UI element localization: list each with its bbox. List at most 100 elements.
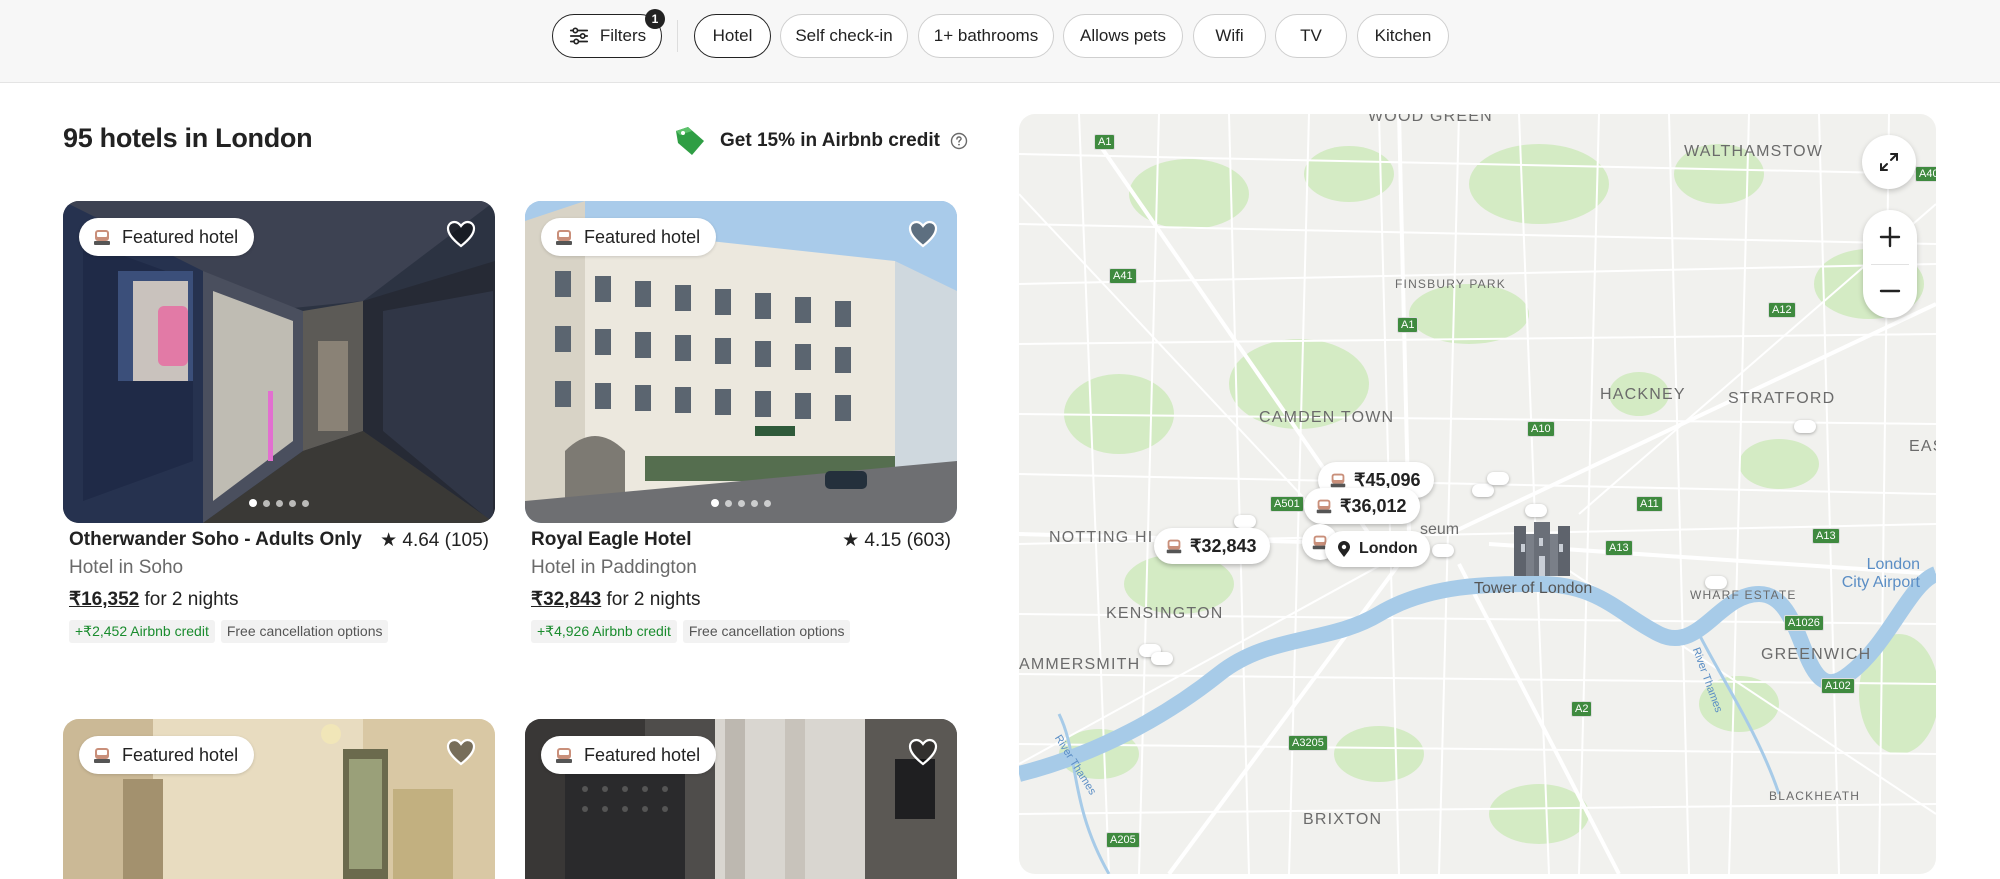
bellhop-icon	[1166, 539, 1182, 554]
map-marker-small[interactable]	[1432, 544, 1454, 557]
zoom-in-button[interactable]	[1863, 210, 1917, 264]
chip-self-check-in[interactable]: Self check-in	[780, 14, 908, 58]
map-marker-small[interactable]	[1472, 484, 1494, 497]
road-shield: A10	[1527, 421, 1555, 437]
zoom-out-button[interactable]	[1863, 264, 1917, 318]
road-shield: A13	[1812, 528, 1840, 544]
bellhop-icon	[556, 748, 572, 763]
map-label: London City Airport	[1841, 556, 1920, 591]
featured-badge: Featured hotel	[79, 218, 255, 256]
credit-promo[interactable]: Get 15% in Airbnb credit	[672, 121, 968, 161]
filters-count-badge: 1	[645, 9, 665, 29]
bellhop-icon	[1330, 473, 1346, 488]
listing-info: Otherwander Soho - Adults Only ★ 4.64 (1…	[69, 529, 489, 643]
expand-map-button[interactable]	[1862, 135, 1916, 189]
map-label: CAMDEN TOWN	[1259, 409, 1395, 426]
castle-icon	[1514, 522, 1570, 576]
map-marker-small[interactable]	[1705, 576, 1727, 589]
road-shield: A13	[1605, 540, 1633, 556]
listing-title: Otherwander Soho - Adults Only	[69, 529, 362, 550]
listing-price[interactable]: ₹16,352	[69, 589, 139, 610]
filters-button[interactable]: Filters 1	[552, 9, 665, 58]
listing-photo[interactable]: Featured hotel	[525, 719, 957, 879]
map-label: WALTHAMSTOW	[1684, 143, 1824, 160]
map-marker-small[interactable]	[1794, 420, 1816, 433]
listing-subtitle: Hotel in Soho	[69, 557, 184, 578]
road-shield: A501	[1270, 496, 1304, 512]
location-label: London	[1359, 540, 1418, 557]
heart-icon[interactable]	[907, 218, 939, 250]
road-shield: A205	[1106, 832, 1140, 848]
map-label: WHARF ESTATE	[1690, 588, 1797, 602]
price-marker[interactable]: ₹36,012	[1304, 488, 1420, 524]
bellhop-icon	[556, 230, 572, 245]
credit-promo-label: Get 15% in Airbnb credit	[720, 130, 940, 151]
road-shield: A1	[1397, 317, 1419, 333]
credit-tag: +₹4,926 Airbnb credit	[531, 620, 677, 643]
heart-icon[interactable]	[907, 736, 939, 768]
road-shield: A102	[1821, 678, 1855, 694]
listing-rating: ★ 4.15 (603)	[842, 530, 951, 551]
map-label: WOOD GREEN	[1368, 114, 1493, 125]
bellhop-icon	[94, 230, 110, 245]
listing-subtitle: Hotel in Paddington	[531, 557, 697, 578]
divider	[677, 20, 678, 52]
map-marker-small[interactable]	[1234, 515, 1256, 528]
map-label: KENSINGTON	[1106, 605, 1224, 622]
chip-wifi[interactable]: Wifi	[1193, 14, 1266, 58]
map-label: Tower of London	[1474, 580, 1593, 597]
featured-badge: Featured hotel	[541, 736, 717, 774]
road-shield: A1026	[1784, 615, 1824, 631]
chip-kitchen[interactable]: Kitchen	[1357, 14, 1449, 58]
map-marker-small[interactable]	[1151, 652, 1173, 665]
map[interactable]: WOOD GREEN WALTHAMSTOW FINSBURY PARK HAC…	[1019, 114, 1936, 874]
map-marker-small[interactable]	[1525, 504, 1547, 517]
road-shield: A11	[1636, 496, 1663, 512]
minus-icon	[1879, 289, 1901, 293]
price-marker-label: ₹32,843	[1190, 535, 1257, 556]
cancellation-tag: Free cancellation options	[220, 620, 389, 643]
map-label: GREENWICH	[1761, 646, 1872, 663]
listing-photo[interactable]: Featured hotel	[525, 201, 957, 523]
map-label: STRATFORD	[1728, 390, 1836, 407]
heart-icon[interactable]	[445, 736, 477, 768]
filters-label: Filters	[599, 26, 647, 45]
map-label: EAS	[1909, 438, 1936, 455]
help-icon[interactable]	[950, 132, 968, 150]
price-suffix: for 2 nights	[606, 589, 701, 610]
zoom-controls	[1863, 210, 1917, 318]
bellhop-icon	[1316, 499, 1332, 514]
price-marker-label: ₹36,012	[1340, 495, 1407, 516]
listing-price[interactable]: ₹32,843	[531, 589, 601, 610]
road-shield: A3205	[1288, 735, 1328, 751]
chip-hotel[interactable]: Hotel	[694, 14, 771, 58]
bellhop-icon	[94, 748, 110, 763]
featured-badge: Featured hotel	[79, 736, 255, 774]
road-shield: A2	[1571, 701, 1593, 717]
chip-allows-pets[interactable]: Allows pets	[1063, 14, 1183, 58]
road-shield: A1	[1094, 134, 1116, 150]
map-label: BRIXTON	[1303, 811, 1383, 828]
road-shield: A406	[1915, 166, 1936, 182]
results-heading: 95 hotels in London	[63, 123, 313, 153]
map-marker-small[interactable]	[1487, 472, 1509, 485]
price-suffix: for 2 nights	[144, 589, 239, 610]
listing-title: Royal Eagle Hotel	[531, 529, 692, 550]
map-label: AMMERSMITH	[1019, 656, 1141, 673]
pin-icon	[1338, 541, 1350, 557]
featured-label: Featured hotel	[584, 744, 701, 765]
road-shield: A12	[1768, 302, 1796, 318]
price-tag-icon	[676, 127, 704, 155]
listing-photo[interactable]: Featured hotel	[63, 719, 495, 879]
featured-label: Featured hotel	[584, 226, 701, 247]
expand-icon	[1880, 153, 1898, 171]
price-marker[interactable]: ₹32,843	[1154, 528, 1270, 564]
location-marker[interactable]: London	[1325, 531, 1430, 567]
listing-photo[interactable]: Featured hotel	[63, 201, 495, 523]
featured-badge: Featured hotel	[541, 218, 717, 256]
plus-icon	[1879, 226, 1901, 248]
chip-tv[interactable]: TV	[1275, 14, 1347, 58]
chip-bathrooms[interactable]: 1+ bathrooms	[918, 14, 1054, 58]
heart-icon[interactable]	[445, 218, 477, 250]
listing-info: Royal Eagle Hotel ★ 4.15 (603) Hotel in …	[531, 529, 951, 643]
